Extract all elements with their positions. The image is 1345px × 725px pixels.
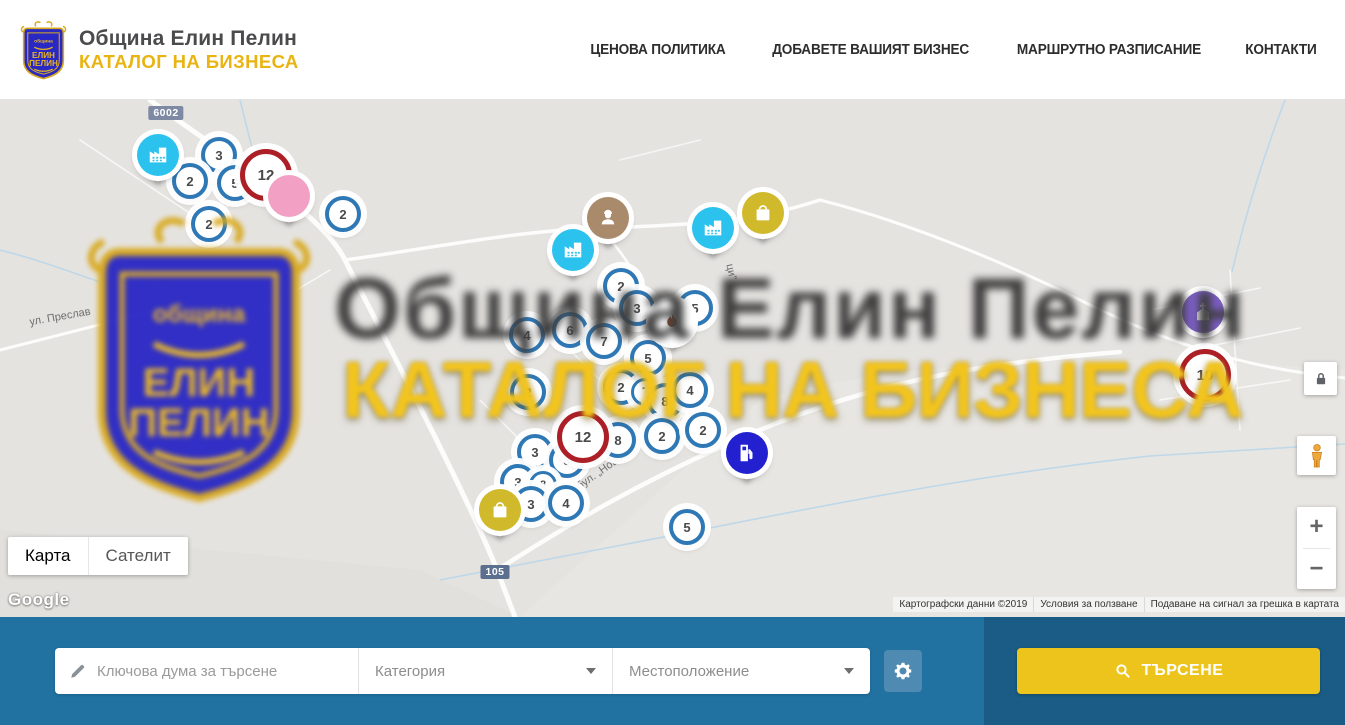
nav-transport-schedule[interactable]: МАРШРУТНО РАЗПИСАНИЕ [1017,42,1201,58]
map-attribution: Картографски данни ©2019 Условия за полз… [893,597,1345,612]
cluster-marker[interactable]: 5 [630,340,666,376]
search-button[interactable]: ТЪРСЕНЕ [1017,648,1320,694]
chevron-down-icon [844,668,854,674]
svg-text:ЕЛИН: ЕЛИН [32,50,55,59]
cluster-marker[interactable]: 7 [586,323,622,359]
map-type-control: Карта Сателит [8,537,188,575]
advanced-settings-button[interactable] [884,650,922,692]
lock-button[interactable] [1304,362,1337,395]
flame-icon [651,301,693,343]
bag-icon [479,489,521,531]
pegman-control[interactable] [1297,436,1336,475]
cluster-marker[interactable]: 2 [510,374,546,410]
cluster-marker[interactable]: 10 [1179,349,1231,401]
site-logo[interactable]: община ЕЛИН ПЕЛИН Община Елин Пелин КАТА… [20,20,299,80]
cluster-marker[interactable]: 4 [548,485,584,521]
svg-text:ПЕЛИН: ПЕЛИН [29,58,58,67]
attribution-data: Картографски данни ©2019 [893,597,1033,612]
category-pin-bag[interactable] [742,192,784,234]
municipality-crest-icon: община ЕЛИН ПЕЛИН [20,20,67,80]
category-select[interactable]: Категория [358,648,612,694]
keyword-input[interactable] [97,663,348,680]
nav-contacts[interactable]: КОНТАКТИ [1245,42,1316,58]
cluster-marker[interactable]: 3 [619,290,655,326]
cluster-marker[interactable]: 2 [685,412,721,448]
pegman-icon [1306,443,1328,469]
cluster-marker[interactable]: 12 [557,411,609,463]
map-container[interactable]: 325122223564752278412822333834510 600210… [0,100,1345,617]
cluster-marker[interactable]: 6 [552,312,588,348]
cluster-marker[interactable]: 2 [191,206,227,242]
lock-icon [1312,370,1330,388]
main-nav: ЦЕНОВА ПОЛИТИКА ДОБАВЕТЕ ВАШИЯТ БИЗНЕС М… [586,42,1345,58]
location-select[interactable]: Местоположение [612,648,870,694]
factory-icon [137,134,179,176]
road-label: 105 [480,565,509,579]
factory-icon [692,207,734,249]
map-type-satellite-button[interactable]: Сателит [88,537,188,575]
location-select-value: Местоположение [629,663,836,680]
attribution-terms-link[interactable]: Условия за ползване [1033,597,1143,612]
category-pin-pink[interactable] [268,175,310,217]
search-button-label: ТЪРСЕНЕ [1142,662,1224,680]
cluster-marker[interactable]: 4 [672,372,708,408]
search-group: Категория Местоположение [55,648,870,694]
category-pin-bag[interactable] [479,489,521,531]
chevron-down-icon [586,668,596,674]
cluster-marker[interactable]: 4 [509,317,545,353]
google-logo[interactable]: Google [8,590,70,610]
pencil-icon [69,662,87,680]
category-select-value: Категория [375,663,578,680]
category-pin-factory[interactable] [692,207,734,249]
cluster-marker[interactable]: 2 [644,418,680,454]
fuel-icon [726,432,768,474]
category-pin-factory[interactable] [552,229,594,271]
zoom-control: + − [1297,507,1336,589]
nav-pricing[interactable]: ЦЕНОВА ПОЛИТИКА [590,42,725,58]
map-type-map-button[interactable]: Карта [8,537,88,575]
search-bar: Категория Местоположение ТЪРСЕНЕ [0,617,1345,725]
brand-subtitle: КАТАЛОГ НА БИЗНЕСА [79,51,299,72]
cluster-marker[interactable]: 5 [669,509,705,545]
zoom-in-button[interactable]: + [1297,507,1336,548]
search-icon [1114,662,1132,680]
road-label: 6002 [148,106,183,120]
category-pin-fuel[interactable] [726,432,768,474]
site-header: община ЕЛИН ПЕЛИН Община Елин Пелин КАТА… [0,0,1345,100]
category-pin-church[interactable] [1182,291,1224,333]
gear-icon [892,660,914,682]
zoom-out-button[interactable]: − [1297,549,1336,590]
category-pin-flame[interactable] [651,301,693,343]
category-pin-factory[interactable] [137,134,179,176]
brand-title: Община Елин Пелин [79,27,299,51]
bag-icon [742,192,784,234]
factory-icon [552,229,594,271]
keyword-section [55,648,358,694]
pink-icon [268,175,310,217]
cluster-marker[interactable]: 2 [325,196,361,232]
attribution-report-link[interactable]: Подаване на сигнал за грешка в картата [1144,597,1345,612]
church-icon [1182,291,1224,333]
search-panel: ТЪРСЕНЕ [984,617,1345,725]
nav-add-business[interactable]: ДОБАВЕТЕ ВАШИЯТ БИЗНЕС [772,42,969,58]
